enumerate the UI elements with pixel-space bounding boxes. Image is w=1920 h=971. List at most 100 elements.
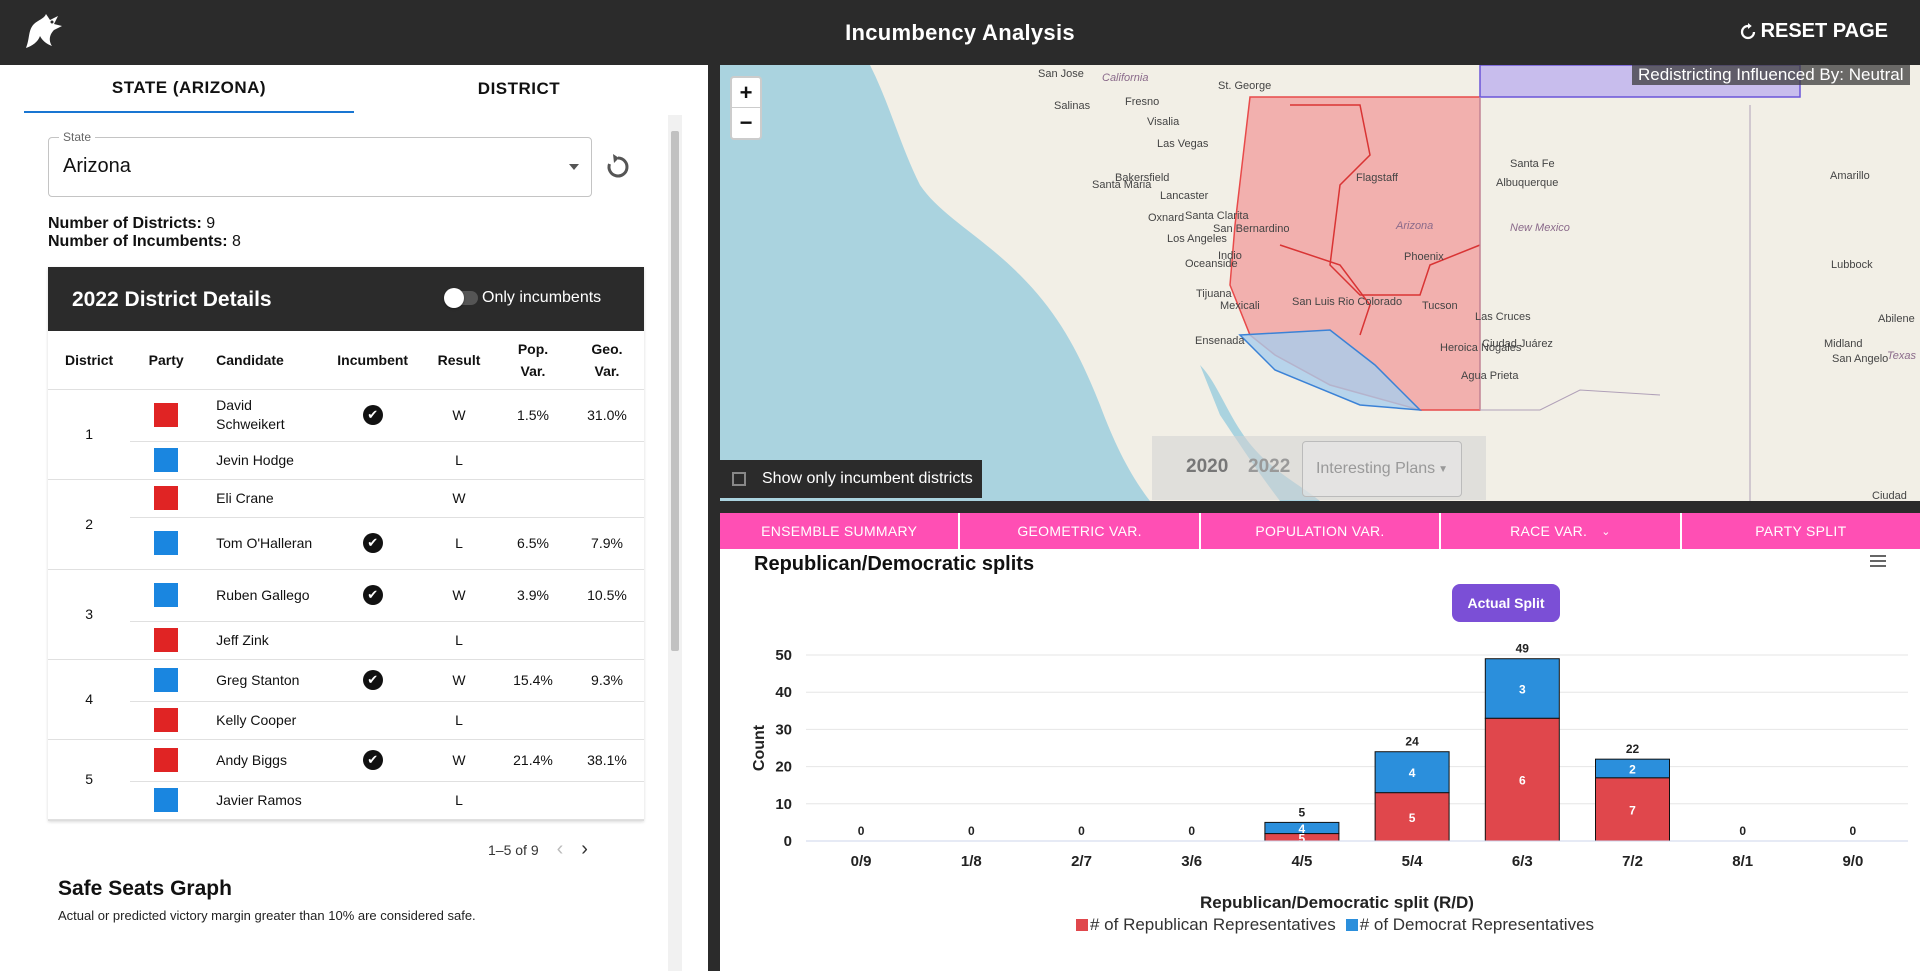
incumbent-cell: ✔ <box>323 739 423 782</box>
table-row[interactable]: 4 Greg Stanton ✔ W 15.4% 9.3% <box>48 659 644 740</box>
reset-page-button[interactable]: RESET PAGE <box>1739 20 1888 43</box>
result-cell: W <box>422 569 496 622</box>
col-pop-var[interactable]: Pop. Var. <box>496 331 570 390</box>
refresh-state-icon[interactable] <box>604 153 632 181</box>
party-swatch <box>154 628 179 652</box>
party-cell <box>130 701 203 740</box>
district-details-card: 2022 District Details Only incumbents Di… <box>48 267 644 821</box>
pagination-range: 1–5 of 9 <box>488 841 539 858</box>
checkmark-icon: ✔ <box>362 750 383 770</box>
state-select[interactable]: State Arizona <box>48 130 592 197</box>
legend-democrat[interactable]: # of Democrat Representatives <box>1345 915 1595 935</box>
pop-var-cell <box>496 701 570 740</box>
interesting-plans-select[interactable]: Interesting Plans ▼ <box>1302 441 1462 497</box>
result-cell: L <box>422 621 496 660</box>
col-party[interactable]: Party <box>130 331 203 390</box>
legend-republican-label: # of Republican Representatives <box>1090 915 1336 934</box>
x-tick-label: 8/1 <box>1732 853 1753 870</box>
col-result[interactable]: Result <box>422 331 496 390</box>
x-tick-label: 6/3 <box>1512 853 1533 870</box>
actual-split-button[interactable]: Actual Split <box>1452 584 1560 622</box>
legend-republican[interactable]: # of Republican Representatives <box>1076 915 1336 935</box>
col-candidate[interactable]: Candidate <box>202 331 324 390</box>
party-swatch <box>154 748 179 772</box>
table-row[interactable]: 1 David Schweikert ✔ W 1.5% 31.0% <box>48 389 644 480</box>
only-incumbents-toggle[interactable] <box>444 288 478 308</box>
table-header-row: District Party Candidate Incumbent Resul… <box>48 331 644 390</box>
y-tick-label: 30 <box>775 721 792 738</box>
scrollbar-thumb[interactable] <box>671 131 679 651</box>
district-number-cell: 1 <box>48 389 131 480</box>
x-tick-label: 4/5 <box>1291 853 1312 870</box>
pop-var-cell <box>496 441 570 480</box>
col-district[interactable]: District <box>48 331 131 390</box>
zoom-in-button[interactable]: + <box>732 78 760 108</box>
candidate-cell: Andy Biggs <box>202 739 324 782</box>
table-row[interactable]: Tom O'Halleran ✔ L 6.5% 7.9% <box>48 517 644 570</box>
result-cell: W <box>422 389 496 442</box>
map-place-label: Tijuana <box>1196 288 1233 300</box>
state-select-label: State <box>59 130 96 144</box>
tab-geometric-var[interactable]: GEOMETRIC VAR. <box>960 513 1199 549</box>
map-place-label: San Luis Rio Colorado <box>1292 296 1402 308</box>
result-cell: W <box>422 479 496 518</box>
x-tick-label: 5/4 <box>1402 853 1424 870</box>
geo-var-cell <box>569 701 644 740</box>
incumbent-districts-toggle[interactable]: Show only incumbent districts <box>720 460 982 498</box>
zoom-out-button[interactable]: − <box>732 108 760 138</box>
table-row[interactable]: Javier Ramos L <box>48 781 644 820</box>
year-2020-button[interactable]: 2020 <box>1186 456 1228 478</box>
tab-population-var[interactable]: POPULATION VAR. <box>1200 513 1440 549</box>
left-panel-scrollbar[interactable] <box>668 115 682 971</box>
incumbent-cell: ✔ <box>323 517 423 570</box>
panel-divider[interactable] <box>708 65 720 971</box>
checkbox[interactable] <box>732 472 746 486</box>
table-row[interactable]: 2 Eli Crane W <box>48 479 644 570</box>
tab-race-var[interactable]: RACE VAR. ⌄ <box>1441 513 1680 549</box>
checkmark-icon: ✔ <box>362 533 383 553</box>
hamburger-menu-icon[interactable] <box>1870 555 1886 567</box>
tab-district[interactable]: DISTRICT <box>354 65 684 113</box>
candidate-cell: Tom O'Halleran <box>202 517 324 570</box>
interesting-plans-label: Interesting Plans <box>1315 460 1436 477</box>
table-row[interactable]: Jeff Zink L <box>48 621 644 660</box>
bar-total-label: 24 <box>1405 735 1419 749</box>
year-2022-button[interactable]: 2022 <box>1248 456 1290 478</box>
table-row[interactable]: 5 Andy Biggs ✔ W 21.4% 38.1% <box>48 739 644 820</box>
checkmark-icon: ✔ <box>362 405 383 425</box>
y-tick-label: 50 <box>775 647 792 664</box>
table-row[interactable]: 3 Ruben Gallego ✔ W 3.9% 10.5% <box>48 569 644 660</box>
district-number-cell: 2 <box>48 479 131 570</box>
bar-total-label: 0 <box>858 824 865 838</box>
next-page-icon[interactable]: › <box>581 838 588 861</box>
district-details-body: 1 David Schweikert ✔ W 1.5% 31.0% Jevin Hodge L… <box>48 389 644 820</box>
map-place-label: Ciudad <box>1872 490 1907 501</box>
map-place-label: Fresno <box>1125 96 1159 108</box>
table-row[interactable]: Kelly Cooper L <box>48 701 644 740</box>
map-place-label: Albuquerque <box>1496 177 1558 189</box>
top-bar: Incumbency Analysis RESET PAGE <box>0 0 1920 65</box>
party-cell <box>130 781 203 820</box>
table-row[interactable]: Jevin Hodge L <box>48 441 644 480</box>
district-number-cell: 3 <box>48 569 131 660</box>
tab-state[interactable]: STATE (ARIZONA) <box>24 65 354 113</box>
party-swatch <box>154 448 179 472</box>
safe-seats-description: Actual or predicted victory margin great… <box>58 908 476 923</box>
candidate-cell: Jeff Zink <box>202 621 324 660</box>
y-tick-label: 20 <box>775 759 792 776</box>
dragon-logo-icon[interactable] <box>20 10 66 54</box>
geo-var-cell: 7.9% <box>569 517 644 570</box>
tab-ensemble-summary[interactable]: ENSEMBLE SUMMARY <box>720 513 959 549</box>
map-place-label: St. George <box>1218 80 1271 92</box>
reset-page-label: RESET PAGE <box>1760 20 1888 42</box>
map-place-label: Santa Maria <box>1092 179 1152 191</box>
legend-democrat-label: # of Democrat Representatives <box>1359 915 1595 934</box>
tab-party-split[interactable]: PARTY SPLIT <box>1681 513 1920 549</box>
party-cell <box>130 739 203 782</box>
previous-page-icon[interactable]: ‹ <box>557 838 564 861</box>
col-geo-var[interactable]: Geo. Var. <box>569 331 644 390</box>
col-incumbent[interactable]: Incumbent <box>323 331 423 390</box>
refresh-icon <box>1740 22 1755 39</box>
pop-var-cell <box>496 781 570 820</box>
bar-total-label: 0 <box>968 824 975 838</box>
